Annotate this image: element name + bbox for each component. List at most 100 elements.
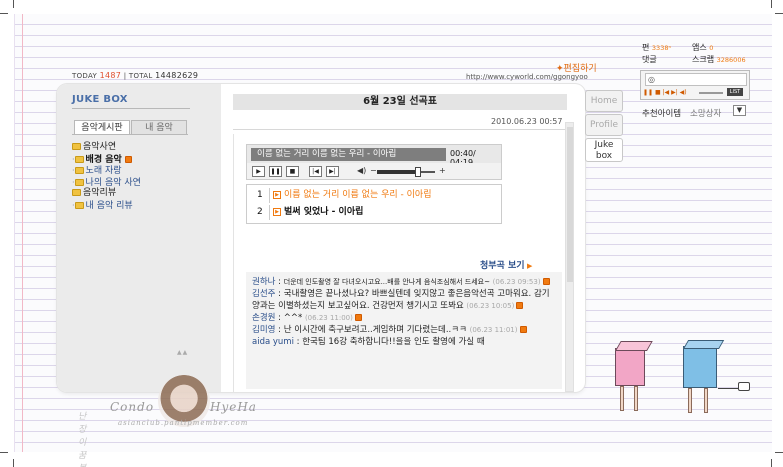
prev-button[interactable]: |◀	[309, 166, 322, 177]
crop-mark	[13, 0, 14, 8]
folder-item-review[interactable]: 음악리뷰	[72, 188, 141, 200]
track-item[interactable]: 1 ▶ 이름 없는 거리 이름 없는 우리 - 이아립	[247, 188, 503, 203]
signature-left: Condo	[110, 400, 155, 414]
tab-profile[interactable]: Profile	[585, 114, 623, 136]
comment-author[interactable]: 권하나	[252, 277, 275, 287]
comment-text: ^^*	[283, 313, 303, 323]
folder-item-bgm[interactable]: · 배경 음악	[72, 154, 141, 166]
track-item[interactable]: 2 ▶ 벌써 잊었나 - 이아립	[247, 205, 503, 220]
track-title: 벌써 잊었나 - 이아립	[284, 207, 364, 217]
comment-time: (06.23 10:05)	[466, 302, 515, 310]
pause-button[interactable]: ❚❚	[269, 166, 282, 177]
link-label: 편	[642, 43, 650, 52]
next-button[interactable]: ▶|	[326, 166, 339, 177]
folder-tree: 음악사연 · 배경 음악 · 노래 자랑 · 나의 음악 사연 음악리뷰 · 내 음악 …	[72, 142, 141, 211]
folder-icon	[74, 155, 84, 163]
signature-right: HyeHa	[210, 400, 257, 414]
comment-author[interactable]: 손경원	[252, 313, 275, 323]
folder-icon	[74, 201, 84, 209]
tab-home[interactable]: Home	[585, 90, 623, 112]
tab-my-music[interactable]: 내 음악	[131, 120, 187, 135]
leg	[620, 386, 624, 411]
folder-item-my-story[interactable]: · 나의 음악 사연	[72, 177, 141, 189]
comment-author[interactable]: 김미영	[252, 325, 275, 335]
list-button[interactable]: LIST	[727, 88, 743, 96]
mini-volume-track[interactable]	[699, 92, 723, 94]
track-title: 이름 없는 거리 이름 없는 우리 - 이아립	[284, 190, 432, 200]
track-list: 1 ▶ 이름 없는 거리 이름 없는 우리 - 이아립 2 ▶ 벌써 잊었나 -…	[246, 184, 502, 224]
play-small-icon[interactable]: ▶	[273, 208, 281, 216]
jukebox-sidebar: JUKE BOX 음악게시판 내 음악 음악사연 · 배경 음악 · 노래 자랑 ·…	[57, 84, 221, 392]
crop-mark	[0, 13, 8, 14]
folder-label: 내 음악 리뷰	[85, 200, 133, 211]
cord	[718, 388, 740, 389]
stop-button[interactable]: ■	[286, 166, 299, 177]
comment-author[interactable]: aida yumi	[252, 337, 294, 347]
divider	[233, 129, 567, 130]
divider	[269, 205, 270, 220]
leg	[688, 388, 692, 413]
folder-label: 음악사연	[83, 142, 117, 152]
play-button[interactable]: ▶	[252, 166, 265, 177]
playlist-date: 2010.06.23 00:57	[491, 117, 563, 126]
volume-minus-icon[interactable]: −	[370, 166, 377, 175]
crop-mark	[13, 459, 14, 467]
divider	[269, 188, 270, 203]
leg	[634, 386, 638, 411]
folder-item-singing[interactable]: · 노래 자랑	[72, 165, 141, 177]
homepage-url[interactable]: http://www.cyworld.com/ggongyoo	[466, 73, 588, 81]
folder-icon	[74, 167, 84, 174]
track-number: 2	[257, 207, 263, 217]
mini-player-display: ◎	[645, 73, 747, 86]
play-small-icon[interactable]: ▶	[273, 191, 281, 199]
volume-knob[interactable]	[414, 167, 421, 177]
ost-view-link[interactable]: 청부곡 보기 ▶	[480, 258, 532, 271]
link-label: 앱스	[692, 43, 707, 52]
comment-author[interactable]: 김선주	[252, 289, 275, 299]
new-badge-icon	[124, 155, 132, 163]
main-scrollbar[interactable]	[565, 122, 574, 392]
ost-link-label: 청부곡 보기	[480, 261, 525, 271]
wish-box-link[interactable]: 소망상자	[690, 107, 721, 119]
playlist-title: 6월 23일 선곡표	[233, 94, 567, 110]
folder-item-my-review[interactable]: · 내 음악 리뷰	[72, 200, 141, 212]
link-comments[interactable]: 댓글	[642, 54, 657, 66]
folder-icon	[72, 189, 81, 196]
now-playing-title: 이름 없는 거리 이름 없는 우리 - 이아립	[251, 148, 446, 161]
new-badge-icon	[516, 302, 524, 309]
comment-time: (06.23 11:01)	[469, 326, 518, 334]
link-label: 스크랩	[692, 55, 715, 64]
volume-fill	[377, 170, 418, 174]
signature-url: asianclub.pantipmember.com	[118, 419, 249, 427]
scroll-up-icon[interactable]: ▲▲	[177, 349, 188, 356]
link-count: 3286006	[716, 56, 746, 64]
player-controls: ▶ ❚❚ ■ |◀ ▶| ◀) − +	[246, 163, 502, 180]
link-label: 댓글	[642, 55, 657, 64]
folder-label: 음악리뷰	[83, 188, 117, 198]
link-apps[interactable]: 앱스 0	[692, 42, 713, 54]
comment-text: 더운데 인도촬영 잘 다녀오시고요...배를 안나게 음식조심해서 드세요~	[283, 278, 490, 286]
folder-item-music-story[interactable]: 음악사연	[72, 142, 141, 154]
total-count: 14482629	[155, 71, 199, 80]
link-pyeon[interactable]: 편 3338ⁿ	[642, 42, 671, 54]
margin-line	[22, 14, 23, 452]
folder-icon	[72, 143, 81, 150]
mini-player-controls[interactable]: ❚❚ ■ |◀ ▶| ◀)	[643, 89, 687, 96]
link-scrap[interactable]: 스크랩 3286006	[692, 54, 746, 66]
crop-mark	[771, 459, 772, 467]
signature-korean: 난장이 꿈 봉중	[78, 412, 87, 467]
music-player: 이름 없는 거리 이름 없는 우리 - 이아립 00:40/ 04:19 ▶ ❚…	[246, 144, 502, 224]
comment-item: 권하나 : 더운데 인도촬영 잘 다녀오시고요...배를 안나게 음식조심해서 …	[246, 272, 562, 288]
tab-jukebox[interactable]: Juke box	[585, 138, 623, 162]
track-number: 1	[257, 190, 263, 200]
volume-plus-icon[interactable]: +	[439, 166, 446, 175]
recommend-item-link[interactable]: 추천아이템	[642, 107, 681, 119]
tab-music-board[interactable]: 음악게시판	[74, 120, 130, 135]
new-badge-icon	[354, 314, 362, 321]
scrollbar-thumb[interactable]	[567, 127, 573, 282]
folder-icon	[74, 178, 84, 186]
today-count: 1487	[99, 71, 122, 80]
comment-time: (06.23 09:53)	[492, 278, 541, 286]
comment-item: aida yumi : 한국팀 16강 축하합니다!!을을 인도 촬영에 가실 …	[252, 337, 485, 347]
chevron-down-icon[interactable]: ▼	[733, 105, 746, 116]
